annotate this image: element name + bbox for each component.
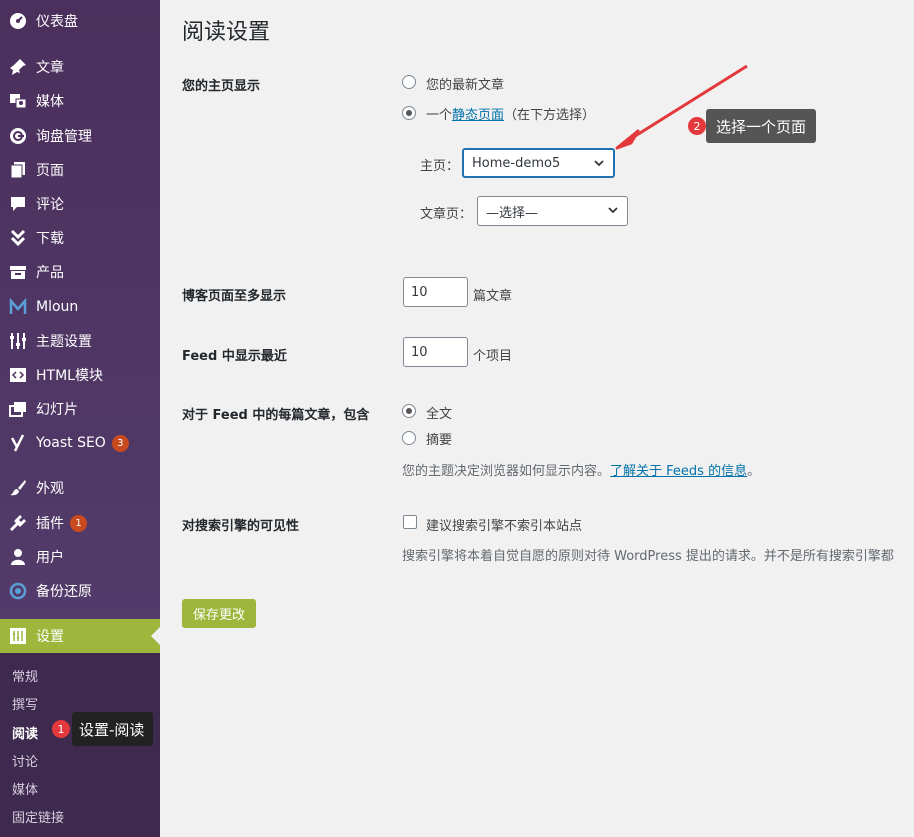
step-number-badge: 1 (52, 720, 70, 738)
annotation-select-page: 2 选择一个页面 (688, 109, 833, 143)
annotation-text: 选择一个页面 (706, 109, 817, 143)
step-number-badge: 2 (688, 117, 706, 135)
annotation-settings-reading: 1 设置-阅读 (52, 712, 154, 746)
annotation-text: 设置-阅读 (72, 712, 154, 746)
